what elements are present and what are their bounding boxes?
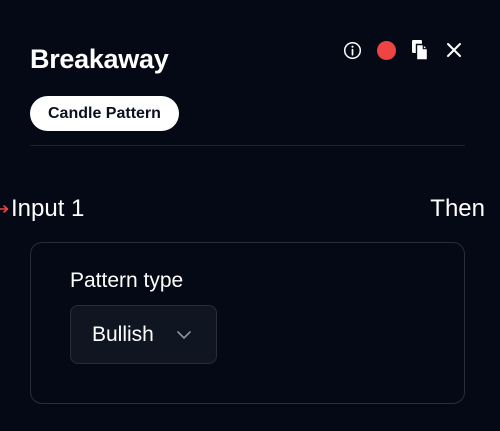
header-divider	[30, 145, 465, 146]
close-icon[interactable]	[444, 38, 464, 62]
config-card: Pattern type Bullish	[30, 242, 465, 404]
chevron-down-icon	[176, 328, 192, 342]
status-indicator[interactable]	[376, 38, 396, 62]
node-panel: Breakaway Candle Pattern Input 1 Then Pa…	[0, 0, 500, 431]
input-port[interactable]: Input 1	[0, 195, 84, 223]
node-title: Breakaway	[30, 44, 169, 74]
copy-icon[interactable]	[410, 38, 430, 62]
status-dot	[376, 40, 396, 60]
pattern-type-select[interactable]: Bullish	[70, 305, 217, 364]
input-connector-icon[interactable]	[0, 197, 10, 221]
pattern-type-label: Pattern type	[70, 269, 184, 292]
pattern-type-value: Bullish	[92, 322, 154, 346]
output-port-label[interactable]: Then	[430, 195, 485, 223]
input-port-label: Input 1	[11, 195, 85, 222]
info-icon[interactable]	[342, 38, 362, 62]
node-actions	[342, 38, 464, 62]
category-badge: Candle Pattern	[30, 96, 179, 131]
